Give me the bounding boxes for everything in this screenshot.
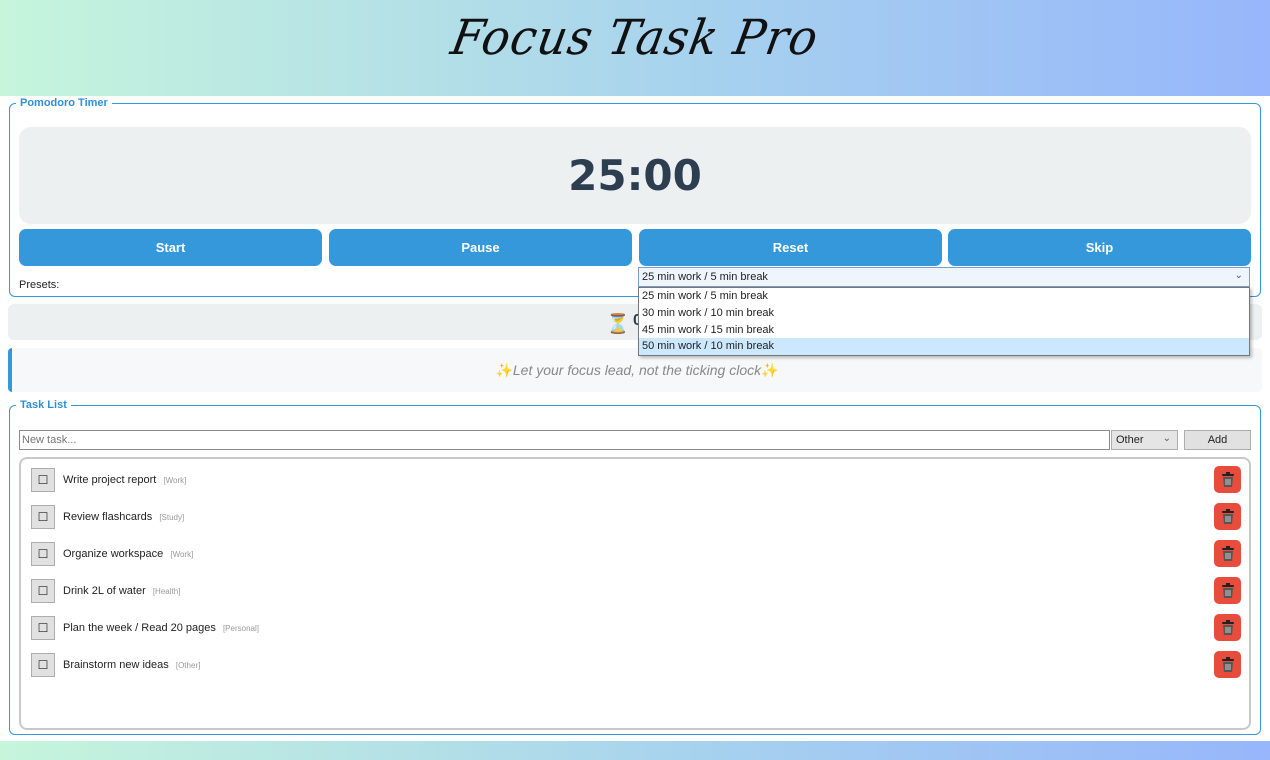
preset-select[interactable]: 25 min work / 5 min break ⌄ bbox=[638, 267, 1250, 287]
delete-task-button[interactable] bbox=[1214, 540, 1241, 567]
skip-button[interactable]: Skip bbox=[948, 229, 1251, 266]
task-title-wrap: Review flashcards [Study] bbox=[63, 511, 184, 523]
hourglass-icon: ⏳ bbox=[606, 314, 630, 335]
task-checkbox[interactable]: ☐ bbox=[31, 542, 55, 566]
delete-task-button[interactable] bbox=[1214, 503, 1241, 530]
task-row: ☐ Organize workspace [Work] bbox=[31, 540, 1241, 570]
task-title-wrap: Drink 2L of water [Health] bbox=[63, 585, 180, 597]
reset-button[interactable]: Reset bbox=[639, 229, 942, 266]
task-title: Drink 2L of water bbox=[63, 585, 146, 597]
task-category: [Study] bbox=[159, 513, 185, 522]
pause-button[interactable]: Pause bbox=[329, 229, 632, 266]
preset-option[interactable]: 25 min work / 5 min break bbox=[639, 288, 1249, 305]
delete-task-button[interactable] bbox=[1214, 577, 1241, 604]
chevron-down-icon: ⌄ bbox=[1162, 433, 1171, 444]
task-checkbox[interactable]: ☐ bbox=[31, 579, 55, 603]
trash-icon bbox=[1221, 582, 1234, 598]
task-row: ☐ Review flashcards [Study] bbox=[31, 503, 1241, 533]
pomodoro-legend: Pomodoro Timer bbox=[20, 97, 108, 109]
preset-dropdown-list: 25 min work / 5 min break 30 min work / … bbox=[638, 287, 1250, 356]
task-list: ☐ Write project report [Work] ☐ Review f… bbox=[19, 457, 1251, 730]
preset-option[interactable]: 45 min work / 15 min break bbox=[639, 322, 1249, 339]
app-title: Focus Task Pro bbox=[447, 8, 823, 66]
preset-select-value: 25 min work / 5 min break bbox=[642, 271, 768, 283]
preset-option[interactable]: 30 min work / 10 min break bbox=[639, 305, 1249, 322]
task-list-legend: Task List bbox=[20, 399, 67, 411]
task-title: Brainstorm new ideas bbox=[63, 659, 169, 671]
category-select[interactable]: Other ⌄ bbox=[1111, 430, 1178, 450]
trash-icon bbox=[1221, 545, 1234, 561]
presets-label: Presets: bbox=[19, 279, 60, 291]
task-checkbox[interactable]: ☐ bbox=[31, 616, 55, 640]
task-category: [Personal] bbox=[222, 624, 259, 633]
sparkles-icon: ✨ bbox=[761, 361, 779, 378]
chevron-down-icon: ⌄ bbox=[1234, 270, 1243, 281]
start-button[interactable]: Start bbox=[19, 229, 322, 266]
task-row: ☐ Brainstorm new ideas [Other] bbox=[31, 651, 1241, 681]
task-title: Organize workspace bbox=[63, 548, 164, 560]
delete-task-button[interactable] bbox=[1214, 651, 1241, 678]
sparkles-icon: ✨ bbox=[495, 361, 513, 378]
task-list-group: Task List Other ⌄ Add ☐ Write project re… bbox=[9, 399, 1261, 735]
task-title: Review flashcards bbox=[63, 511, 153, 523]
task-title: Write project report bbox=[63, 474, 157, 486]
add-task-button[interactable]: Add bbox=[1184, 430, 1251, 450]
main-content: Pomodoro Timer 25:00 Start Pause Reset S… bbox=[0, 96, 1270, 741]
trash-icon bbox=[1221, 656, 1234, 672]
task-title-wrap: Plan the week / Read 20 pages [Personal] bbox=[63, 622, 259, 634]
quote-text: Let your focus lead, not the ticking clo… bbox=[512, 362, 762, 378]
task-row: ☐ Plan the week / Read 20 pages [Persona… bbox=[31, 614, 1241, 644]
task-category: [Work] bbox=[163, 476, 187, 485]
task-category: [Health] bbox=[152, 587, 181, 596]
preset-option-highlighted[interactable]: 50 min work / 10 min break bbox=[639, 338, 1249, 355]
new-task-input[interactable] bbox=[19, 430, 1110, 450]
task-title-wrap: Brainstorm new ideas [Other] bbox=[63, 659, 200, 671]
task-checkbox[interactable]: ☐ bbox=[31, 468, 55, 492]
task-category: [Work] bbox=[170, 550, 194, 559]
task-row: ☐ Drink 2L of water [Health] bbox=[31, 577, 1241, 607]
header: Focus Task Pro bbox=[0, 0, 1270, 96]
task-title: Plan the week / Read 20 pages bbox=[63, 622, 216, 634]
timer-controls: Start Pause Reset Skip bbox=[19, 229, 1251, 266]
timer-display: 25:00 bbox=[19, 127, 1251, 224]
task-category: [Other] bbox=[175, 661, 201, 670]
task-checkbox[interactable]: ☐ bbox=[31, 653, 55, 677]
task-title-wrap: Write project report [Work] bbox=[63, 474, 186, 486]
category-select-value: Other bbox=[1116, 434, 1144, 446]
trash-icon bbox=[1221, 619, 1234, 635]
task-row: ☐ Write project report [Work] bbox=[31, 466, 1241, 496]
task-title-wrap: Organize workspace [Work] bbox=[63, 548, 193, 560]
delete-task-button[interactable] bbox=[1214, 466, 1241, 493]
delete-task-button[interactable] bbox=[1214, 614, 1241, 641]
trash-icon bbox=[1221, 508, 1234, 524]
trash-icon bbox=[1221, 471, 1234, 487]
task-checkbox[interactable]: ☐ bbox=[31, 505, 55, 529]
